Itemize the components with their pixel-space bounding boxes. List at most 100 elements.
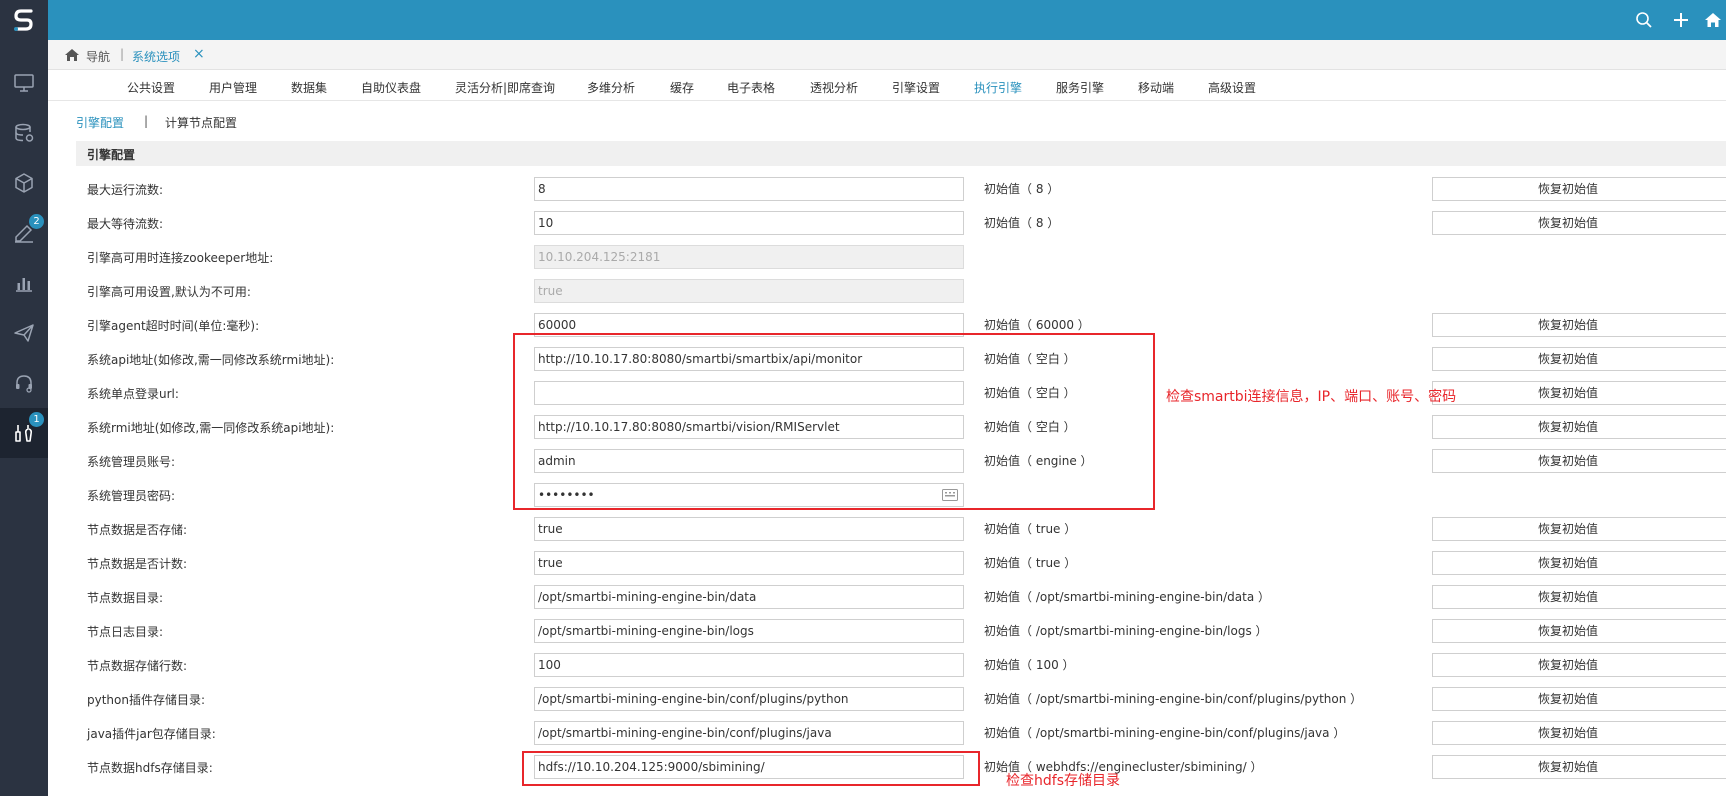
smartbi-logo[interactable] [0,0,48,40]
restore-default-button[interactable]: 恢复初始值 [1432,517,1726,541]
restore-default-button[interactable]: 恢复初始值 [1432,551,1726,575]
restore-default-button[interactable]: 恢复初始值 [1432,381,1726,405]
annotation-text-smartbi: 检查smartbi连接信息，IP、端口、账号、密码 [1166,389,1457,405]
field-label: 节点数据hdfs存储目录: [87,761,213,775]
field-label: 引擎高可用时连接zookeeper地址: [87,251,274,265]
restore-default-label: 恢复初始值 [1537,318,1598,332]
config-input[interactable] [534,653,964,677]
sidebar-item-send[interactable] [0,308,48,358]
restore-default-button[interactable]: 恢复初始值 [1432,585,1726,609]
config-input[interactable] [534,687,964,711]
sidebar-item-chart[interactable] [0,258,48,308]
config-input[interactable] [534,449,964,473]
close-tab-icon[interactable]: × [193,46,205,62]
subtab-engine-config[interactable]: 引擎配置 [76,114,124,131]
tab-5[interactable]: 多维分析 [587,79,635,96]
initial-value-text: 初始值（ /opt/smartbi-mining-engine-bin/conf… [984,692,1363,706]
home-icon[interactable] [1702,9,1724,31]
config-input[interactable] [534,177,964,201]
sidebar-item-data[interactable] [0,108,48,158]
sidebar-badge: 1 [29,412,44,427]
restore-default-button[interactable]: 恢复初始值 [1432,721,1726,745]
config-input[interactable] [534,755,964,779]
restore-default-button[interactable]: 恢复初始值 [1432,619,1726,643]
sidebar-item-system-tools[interactable]: 1 [0,408,48,458]
tab-0[interactable]: 公共设置 [127,79,175,96]
restore-default-label: 恢复初始值 [1537,216,1598,230]
tab-9[interactable]: 引擎设置 [892,79,940,96]
subtab-node-config[interactable]: 计算节点配置 [165,114,237,131]
restore-default-label: 恢复初始值 [1537,590,1598,604]
tab-4[interactable]: 灵活分析|即席查询 [455,79,555,96]
sidebar-item-service[interactable] [0,358,48,408]
restore-default-button[interactable]: 恢复初始值 [1432,177,1726,201]
field-label: 引擎高可用设置,默认为不可用: [87,285,251,299]
config-input[interactable] [534,551,964,575]
field-label: 系统rmi地址(如修改,需一同修改系统api地址): [87,421,335,435]
tab-3[interactable]: 自助仪表盘 [361,79,421,96]
restore-default-button[interactable]: 恢复初始值 [1432,653,1726,677]
field-label: java插件jar包存储目录: [87,727,216,741]
config-input[interactable] [534,415,964,439]
logo-s-icon [14,9,33,31]
sidebar-item-desktop[interactable] [0,58,48,108]
breadcrumb-active-tab[interactable]: 系统选项 [132,48,180,65]
home-icon[interactable] [64,47,80,63]
sidebar-item-analysis[interactable]: 2 [0,208,48,258]
restore-default-label: 恢复初始值 [1537,522,1598,536]
tab-1[interactable]: 用户管理 [209,79,257,96]
database-gear-icon [15,123,34,142]
tab-7[interactable]: 电子表格 [727,79,775,96]
restore-default-label: 恢复初始值 [1537,760,1598,774]
tab-12[interactable]: 移动端 [1138,79,1174,96]
config-input [534,279,964,303]
initial-value-text: 初始值（ /opt/smartbi-mining-engine-bin/conf… [984,726,1346,740]
tab-8[interactable]: 透视分析 [810,79,858,96]
tab-11[interactable]: 服务引擎 [1056,79,1104,96]
top-bar [0,0,1726,40]
password-field[interactable] [534,483,964,507]
config-input[interactable] [534,721,964,745]
search-icon[interactable] [1633,9,1655,31]
restore-default-label: 恢复初始值 [1537,352,1598,366]
tab-10[interactable]: 执行引擎 [974,79,1022,96]
subtab-separator: | [144,114,149,128]
config-input[interactable] [534,211,964,235]
tab-13[interactable]: 高级设置 [1208,79,1256,96]
breadcrumb-nav[interactable]: 导航 [86,48,110,65]
restore-default-button[interactable]: 恢复初始值 [1432,449,1726,473]
restore-default-button[interactable]: 恢复初始值 [1432,755,1726,779]
config-input[interactable] [534,517,964,541]
field-label: 节点数据是否存储: [87,523,188,537]
field-label: 引擎agent超时时间(单位:毫秒): [87,319,260,333]
restore-default-button[interactable]: 恢复初始值 [1432,415,1726,439]
field-label: 系统单点登录url: [87,387,179,401]
add-icon[interactable] [1670,9,1692,31]
initial-value-text: 初始值（ 8 ） [984,216,1060,230]
initial-value-text: 初始值（ 8 ） [984,182,1060,196]
config-input[interactable] [534,619,964,643]
config-input[interactable] [534,381,964,405]
restore-default-button[interactable]: 恢复初始值 [1432,687,1726,711]
config-input [534,245,964,269]
field-label: python插件存储目录: [87,693,206,707]
config-input[interactable] [534,585,964,609]
tab-6[interactable]: 缓存 [670,79,694,96]
tab-2[interactable]: 数据集 [291,79,327,96]
restore-default-button[interactable]: 恢复初始值 [1432,347,1726,371]
monitor-icon [14,74,34,92]
settings-tabs: 公共设置 用户管理 数据集 自助仪表盘 灵活分析|即席查询 多维分析 缓存 电子表格 透视分析 引… [48,71,1726,101]
sidebar-item-cube[interactable] [0,158,48,208]
breadcrumb: 导航 | 系统选项 × [48,40,1726,70]
restore-default-button[interactable]: 恢复初始值 [1432,211,1726,235]
restore-default-button[interactable]: 恢复初始值 [1432,313,1726,337]
field-label: 节点数据是否计数: [87,557,188,571]
config-input[interactable] [534,347,964,371]
restore-default-label: 恢复初始值 [1537,692,1598,706]
restore-default-label: 恢复初始值 [1537,454,1598,468]
keyboard-icon[interactable] [942,489,958,501]
config-input[interactable] [534,313,964,337]
section-header: 引擎配置 [76,141,1726,166]
section-title: 引擎配置 [87,148,136,162]
field-label: 最大运行流数: [87,183,164,197]
